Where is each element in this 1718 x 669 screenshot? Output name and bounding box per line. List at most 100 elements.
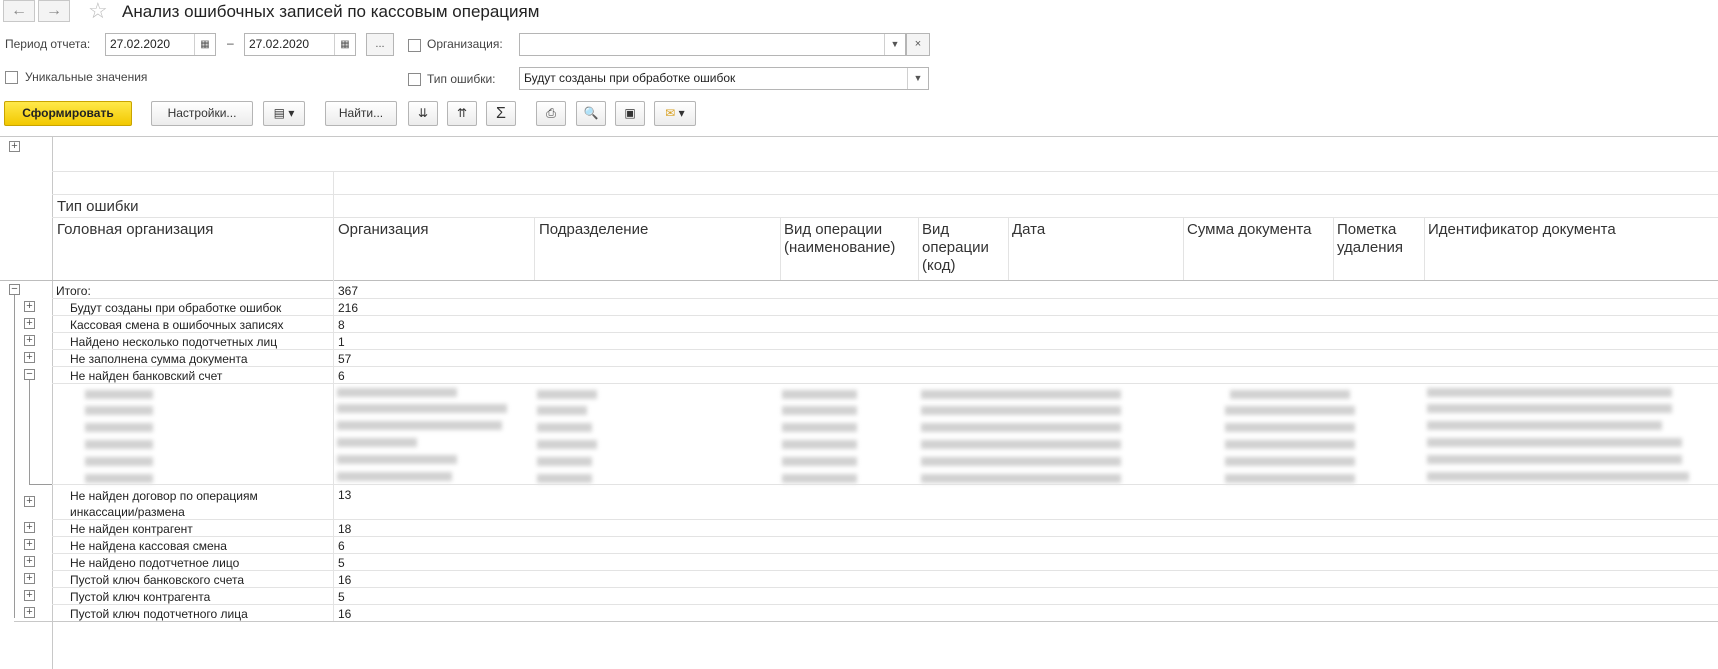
- group-label[interactable]: Не найдено подотчетное лицо: [70, 556, 239, 570]
- clear-organization-button[interactable]: ×: [906, 33, 930, 56]
- organization-field[interactable]: ▼: [519, 33, 906, 56]
- forward-button[interactable]: →: [38, 0, 70, 22]
- calendar-icon[interactable]: ▦: [194, 34, 215, 55]
- expand-group-icon[interactable]: +: [24, 522, 35, 533]
- group-label[interactable]: Не найдена кассовая смена: [70, 539, 227, 553]
- group-label[interactable]: Будут созданы при обработке ошибок: [70, 301, 281, 315]
- obscured-cell: [782, 390, 857, 399]
- group-label[interactable]: Не найден договор по операциям инкассаци…: [70, 488, 315, 520]
- obscured-cell: [1427, 455, 1682, 464]
- calendar-icon[interactable]: ▦: [334, 34, 355, 55]
- row-line: [52, 484, 1718, 485]
- obscured-cell: [1427, 421, 1662, 430]
- envelope-icon: ✉: [665, 106, 676, 120]
- column-separator: [1183, 217, 1184, 280]
- error-type-checkbox[interactable]: [408, 73, 421, 86]
- group-label[interactable]: Не найден банковский счет: [70, 369, 222, 383]
- variants-dropdown-button[interactable]: ▤ ▾: [263, 101, 305, 126]
- dropdown-icon[interactable]: ▼: [907, 68, 928, 89]
- obscured-cell: [537, 457, 592, 466]
- group-count: 5: [338, 556, 345, 570]
- back-button[interactable]: ←: [3, 0, 35, 22]
- obscured-cell: [537, 423, 592, 432]
- obscured-cell: [1225, 457, 1355, 466]
- obscured-cell: [1230, 390, 1350, 399]
- group-label[interactable]: Пустой ключ банковского счета: [70, 573, 244, 587]
- group-label[interactable]: Пустой ключ контрагента: [70, 590, 210, 604]
- expand-all-icon: ⇊: [417, 106, 429, 120]
- obscured-cell: [85, 423, 153, 432]
- print-button[interactable]: ⎙: [536, 101, 566, 126]
- date-from-field[interactable]: 27.02.2020 ▦: [105, 33, 216, 56]
- expand-group-icon[interactable]: +: [24, 607, 35, 618]
- printer-icon: ⎙: [546, 106, 556, 120]
- obscured-cell: [921, 423, 1121, 432]
- group-label[interactable]: Пустой ключ подотчетного лица: [70, 607, 248, 621]
- column-separator: [1008, 217, 1009, 280]
- header-line: [52, 217, 1718, 218]
- group-label[interactable]: Не найден контрагент: [70, 522, 193, 536]
- tree-line: [29, 484, 52, 485]
- save-button[interactable]: ▣: [615, 101, 645, 126]
- error-type-field[interactable]: Будут созданы при обработке ошибок ▼: [519, 67, 929, 90]
- favorite-star-icon[interactable]: ☆: [88, 0, 108, 24]
- expand-group-icon[interactable]: +: [24, 573, 35, 584]
- expand-group-icon[interactable]: +: [24, 352, 35, 363]
- clipboard-icon: ▤ ▾: [273, 106, 295, 120]
- obscured-cell: [921, 440, 1121, 449]
- organization-label: Организация:: [427, 37, 503, 51]
- row-line: [52, 315, 1718, 316]
- date-to-value: 27.02.2020: [249, 37, 310, 51]
- expand-all-groups-icon[interactable]: +: [9, 141, 20, 152]
- expand-group-icon[interactable]: +: [24, 318, 35, 329]
- group-label[interactable]: Найдено несколько подотчетных лиц: [70, 335, 277, 349]
- column-separator: [534, 217, 535, 280]
- obscured-cell: [782, 457, 857, 466]
- organization-checkbox[interactable]: [408, 39, 421, 52]
- dropdown-icon[interactable]: ▼: [884, 34, 905, 55]
- total-label: Итого:: [56, 284, 91, 298]
- obscured-cell: [337, 404, 507, 413]
- group-label[interactable]: Кассовая смена в ошибочных записях: [70, 318, 284, 332]
- group-count: 8: [338, 318, 345, 332]
- tree-line: [29, 380, 30, 484]
- obscured-cell: [1427, 404, 1672, 413]
- sum-button[interactable]: Σ: [486, 101, 516, 126]
- floppy-disk-icon: ▣: [624, 106, 636, 120]
- expand-group-icon[interactable]: +: [24, 539, 35, 550]
- send-email-button[interactable]: ✉ ▾: [654, 101, 696, 126]
- header-deletion-mark: Пометка удаления: [1337, 221, 1403, 256]
- expand-all-button[interactable]: ⇊: [408, 101, 438, 126]
- close-icon: ×: [914, 38, 922, 50]
- row-line: [52, 536, 1718, 537]
- row-line: [52, 349, 1718, 350]
- header-date: Дата: [1012, 221, 1046, 238]
- collapse-total-icon[interactable]: −: [9, 284, 20, 295]
- group-label[interactable]: Не заполнена сумма документа: [70, 352, 248, 366]
- expand-group-icon[interactable]: +: [24, 496, 35, 507]
- group-count: 13: [338, 488, 352, 502]
- generate-button[interactable]: Сформировать: [4, 101, 132, 126]
- expand-group-icon[interactable]: +: [24, 335, 35, 346]
- settings-button[interactable]: Настройки...: [151, 101, 253, 126]
- back-arrow-icon: ←: [11, 2, 27, 19]
- obscured-cell: [85, 440, 153, 449]
- find-button[interactable]: Найти...: [325, 101, 397, 126]
- collapse-all-button[interactable]: ⇈: [447, 101, 477, 126]
- date-to-field[interactable]: 27.02.2020 ▦: [244, 33, 356, 56]
- period-choose-button[interactable]: ...: [366, 33, 394, 56]
- row-line: [52, 366, 1718, 367]
- expand-group-icon[interactable]: +: [24, 556, 35, 567]
- date-separator: –: [227, 36, 234, 50]
- expand-group-icon[interactable]: +: [24, 301, 35, 312]
- obscured-cell: [782, 423, 857, 432]
- expand-group-icon[interactable]: +: [24, 590, 35, 601]
- header-operation-name: Вид операции (наименование): [784, 221, 896, 256]
- row-line: [52, 298, 1718, 299]
- tree-line: [14, 290, 15, 618]
- collapse-group-icon[interactable]: −: [24, 369, 35, 380]
- group-count: 16: [338, 573, 352, 587]
- unique-values-checkbox[interactable]: [5, 71, 18, 84]
- header-amount: Сумма документа: [1187, 221, 1312, 238]
- preview-button[interactable]: 🔍: [576, 101, 606, 126]
